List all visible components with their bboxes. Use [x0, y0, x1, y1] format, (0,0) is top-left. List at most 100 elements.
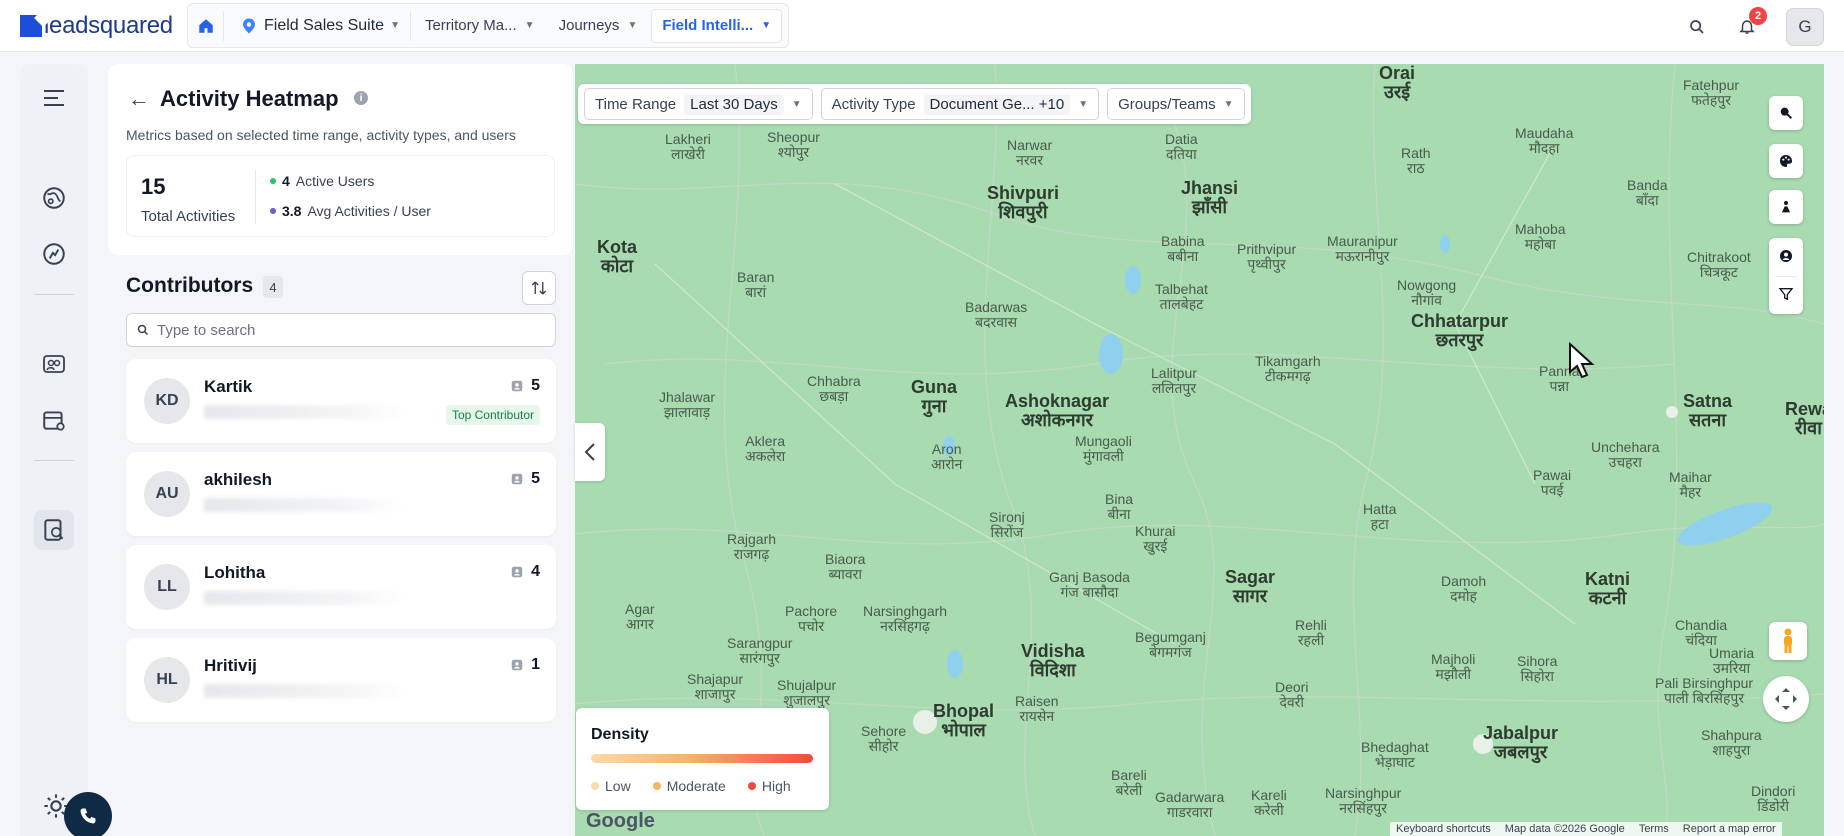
- calendar-location-icon[interactable]: [34, 400, 74, 440]
- map-filter-bar: Time Range Last 30 Days ▼ Activity Type …: [578, 84, 1251, 124]
- route-icon[interactable]: [34, 234, 74, 274]
- city-label: Rewaरीवा: [1785, 399, 1824, 438]
- contributor-name: akhilesh: [204, 470, 273, 489]
- contributor-card[interactable]: KD Kartik 5 Top Contributor: [126, 359, 556, 443]
- search-icon[interactable]: [1686, 16, 1708, 38]
- city-label: Dindori डिंडोरी: [1751, 783, 1796, 814]
- density-legend: Density Low Moderate High: [576, 708, 829, 810]
- active-users-metric: 4 Active Users: [270, 173, 374, 189]
- contributor-search[interactable]: [126, 313, 556, 347]
- field-intelligence-icon[interactable]: [34, 510, 74, 550]
- contributor-name: Lohitha: [204, 563, 266, 582]
- contributor-name: Hritivij: [204, 656, 257, 675]
- back-arrow-icon[interactable]: ←: [128, 86, 150, 112]
- tab-field-intelligence-label: Field Intelli...: [662, 17, 754, 34]
- city-label: Talbehat तालबेहट: [1155, 281, 1208, 312]
- city-label: Aklera अकलेरा: [745, 433, 786, 464]
- green-dot-icon: [270, 178, 276, 184]
- contributor-email-redacted: [204, 684, 404, 698]
- filter-icon[interactable]: [1778, 286, 1794, 307]
- map-data-credit: Map data ©2026 Google: [1504, 823, 1625, 835]
- city-label: Unchehara उचहरा: [1591, 439, 1660, 470]
- notification-badge: 2: [1749, 7, 1767, 25]
- city-label: Begumganj बेगमगंज: [1135, 629, 1206, 660]
- city-label: Satna सतना: [1683, 391, 1733, 430]
- team-icon[interactable]: [34, 344, 74, 384]
- activity-count: 4: [510, 563, 540, 581]
- city-label: Badarwas बदरवास: [965, 299, 1028, 330]
- city-label: Agar आगर: [625, 601, 655, 632]
- street-view-pegman-icon[interactable]: [1769, 622, 1807, 660]
- groups-teams-filter[interactable]: Groups/Teams ▼: [1107, 88, 1245, 120]
- map-attribution: Keyboard shortcuts Map data ©2026 Google…: [1390, 822, 1782, 836]
- user-badge-icon: [511, 659, 523, 671]
- activity-type-filter[interactable]: Activity Type Document Ge... +10 ▼: [820, 88, 1100, 120]
- contributor-email-redacted: [204, 405, 404, 419]
- contributor-card[interactable]: LL Lohitha 4: [126, 545, 556, 629]
- active-users-label: Active Users: [295, 173, 375, 189]
- info-icon[interactable]: i: [354, 91, 368, 105]
- territory-map-icon[interactable]: [34, 178, 74, 218]
- layers-person-icon[interactable]: [1769, 190, 1803, 224]
- suite-selector[interactable]: Field Sales Suite ▼: [234, 10, 411, 41]
- phone-icon: [80, 808, 96, 824]
- chevron-down-icon: ▼: [1078, 98, 1089, 110]
- city-label: Maudaha मौदहा: [1515, 125, 1574, 156]
- home-icon[interactable]: [194, 10, 224, 41]
- total-activities-label: Total Activities: [141, 208, 236, 225]
- zoom-search-icon[interactable]: [1769, 96, 1803, 130]
- top-contributor-badge: Top Contributor: [445, 405, 540, 425]
- city-label: Baran बारां: [737, 269, 775, 300]
- phone-call-button[interactable]: [64, 792, 112, 836]
- time-range-label: Time Range: [595, 95, 677, 113]
- menu-icon[interactable]: [34, 78, 74, 118]
- tab-field-intelligence[interactable]: Field Intelli... ▼: [651, 8, 783, 43]
- city-label: Mahoba महोबा: [1515, 221, 1566, 252]
- brand-name: leadsquared: [44, 12, 173, 39]
- contributor-card[interactable]: AU akhilesh 5: [126, 452, 556, 536]
- contributor-name: Kartik: [204, 377, 253, 396]
- sort-button[interactable]: [522, 271, 556, 305]
- contributors-count: 4: [263, 276, 283, 298]
- contributor-email-redacted: [204, 498, 404, 512]
- city-label: Jabalpur जबलपुर: [1483, 723, 1559, 762]
- terms-link[interactable]: Terms: [1639, 823, 1669, 835]
- tab-journeys[interactable]: Journeys ▼: [549, 9, 648, 43]
- tab-territory[interactable]: Territory Ma... ▼: [415, 9, 545, 43]
- time-range-value: Last 30 Days: [684, 93, 784, 115]
- city-label: Tikamgarh टीकमगढ़: [1255, 353, 1321, 384]
- city-label: Chhabra छबड़ा: [807, 373, 861, 404]
- palette-icon[interactable]: [1769, 144, 1803, 178]
- city-label: Aron आरोन: [931, 441, 963, 472]
- city-label: Majholi मझौली: [1431, 651, 1476, 682]
- rail-divider: [34, 294, 74, 295]
- user-avatar[interactable]: G: [1786, 8, 1824, 46]
- time-range-filter[interactable]: Time Range Last 30 Days ▼: [584, 88, 813, 120]
- city-label: Narwar नरवर: [1007, 137, 1053, 168]
- city-label: Rehli रहली: [1295, 617, 1327, 648]
- city-label: Sironj सिरोंज: [989, 509, 1025, 540]
- city-label: Datia दतिया: [1165, 131, 1198, 162]
- brand-logo[interactable]: leadsquared: [20, 12, 173, 40]
- map-pan-control[interactable]: [1763, 676, 1809, 722]
- notification-bell-icon[interactable]: 2: [1736, 7, 1767, 38]
- activity-count-value: 1: [531, 656, 540, 673]
- search-input[interactable]: [157, 321, 537, 339]
- map-pin-icon: [243, 18, 255, 33]
- chevron-down-icon: ▼: [791, 98, 802, 110]
- city-label: Gadarwara गाडरवारा: [1155, 789, 1225, 820]
- chevron-down-icon: ▼: [627, 20, 638, 31]
- activity-count-value: 4: [531, 563, 540, 580]
- google-logo: Google: [586, 810, 655, 832]
- city-label: Bhedaghat भेड़ाघाट: [1361, 739, 1429, 770]
- contributor-card[interactable]: HL Hritivij 1: [126, 638, 556, 722]
- purple-dot-icon: [270, 208, 276, 214]
- keyboard-shortcuts-link[interactable]: Keyboard shortcuts: [1396, 823, 1491, 835]
- user-location-icon[interactable]: [1778, 248, 1794, 269]
- tools-divider: [1775, 276, 1797, 277]
- city-label: Sagar सागर: [1225, 567, 1276, 606]
- activity-count: 5: [510, 377, 540, 395]
- sort-icon: [531, 281, 547, 295]
- collapse-panel-button[interactable]: [575, 423, 605, 481]
- report-map-error-link[interactable]: Report a map error: [1683, 823, 1776, 835]
